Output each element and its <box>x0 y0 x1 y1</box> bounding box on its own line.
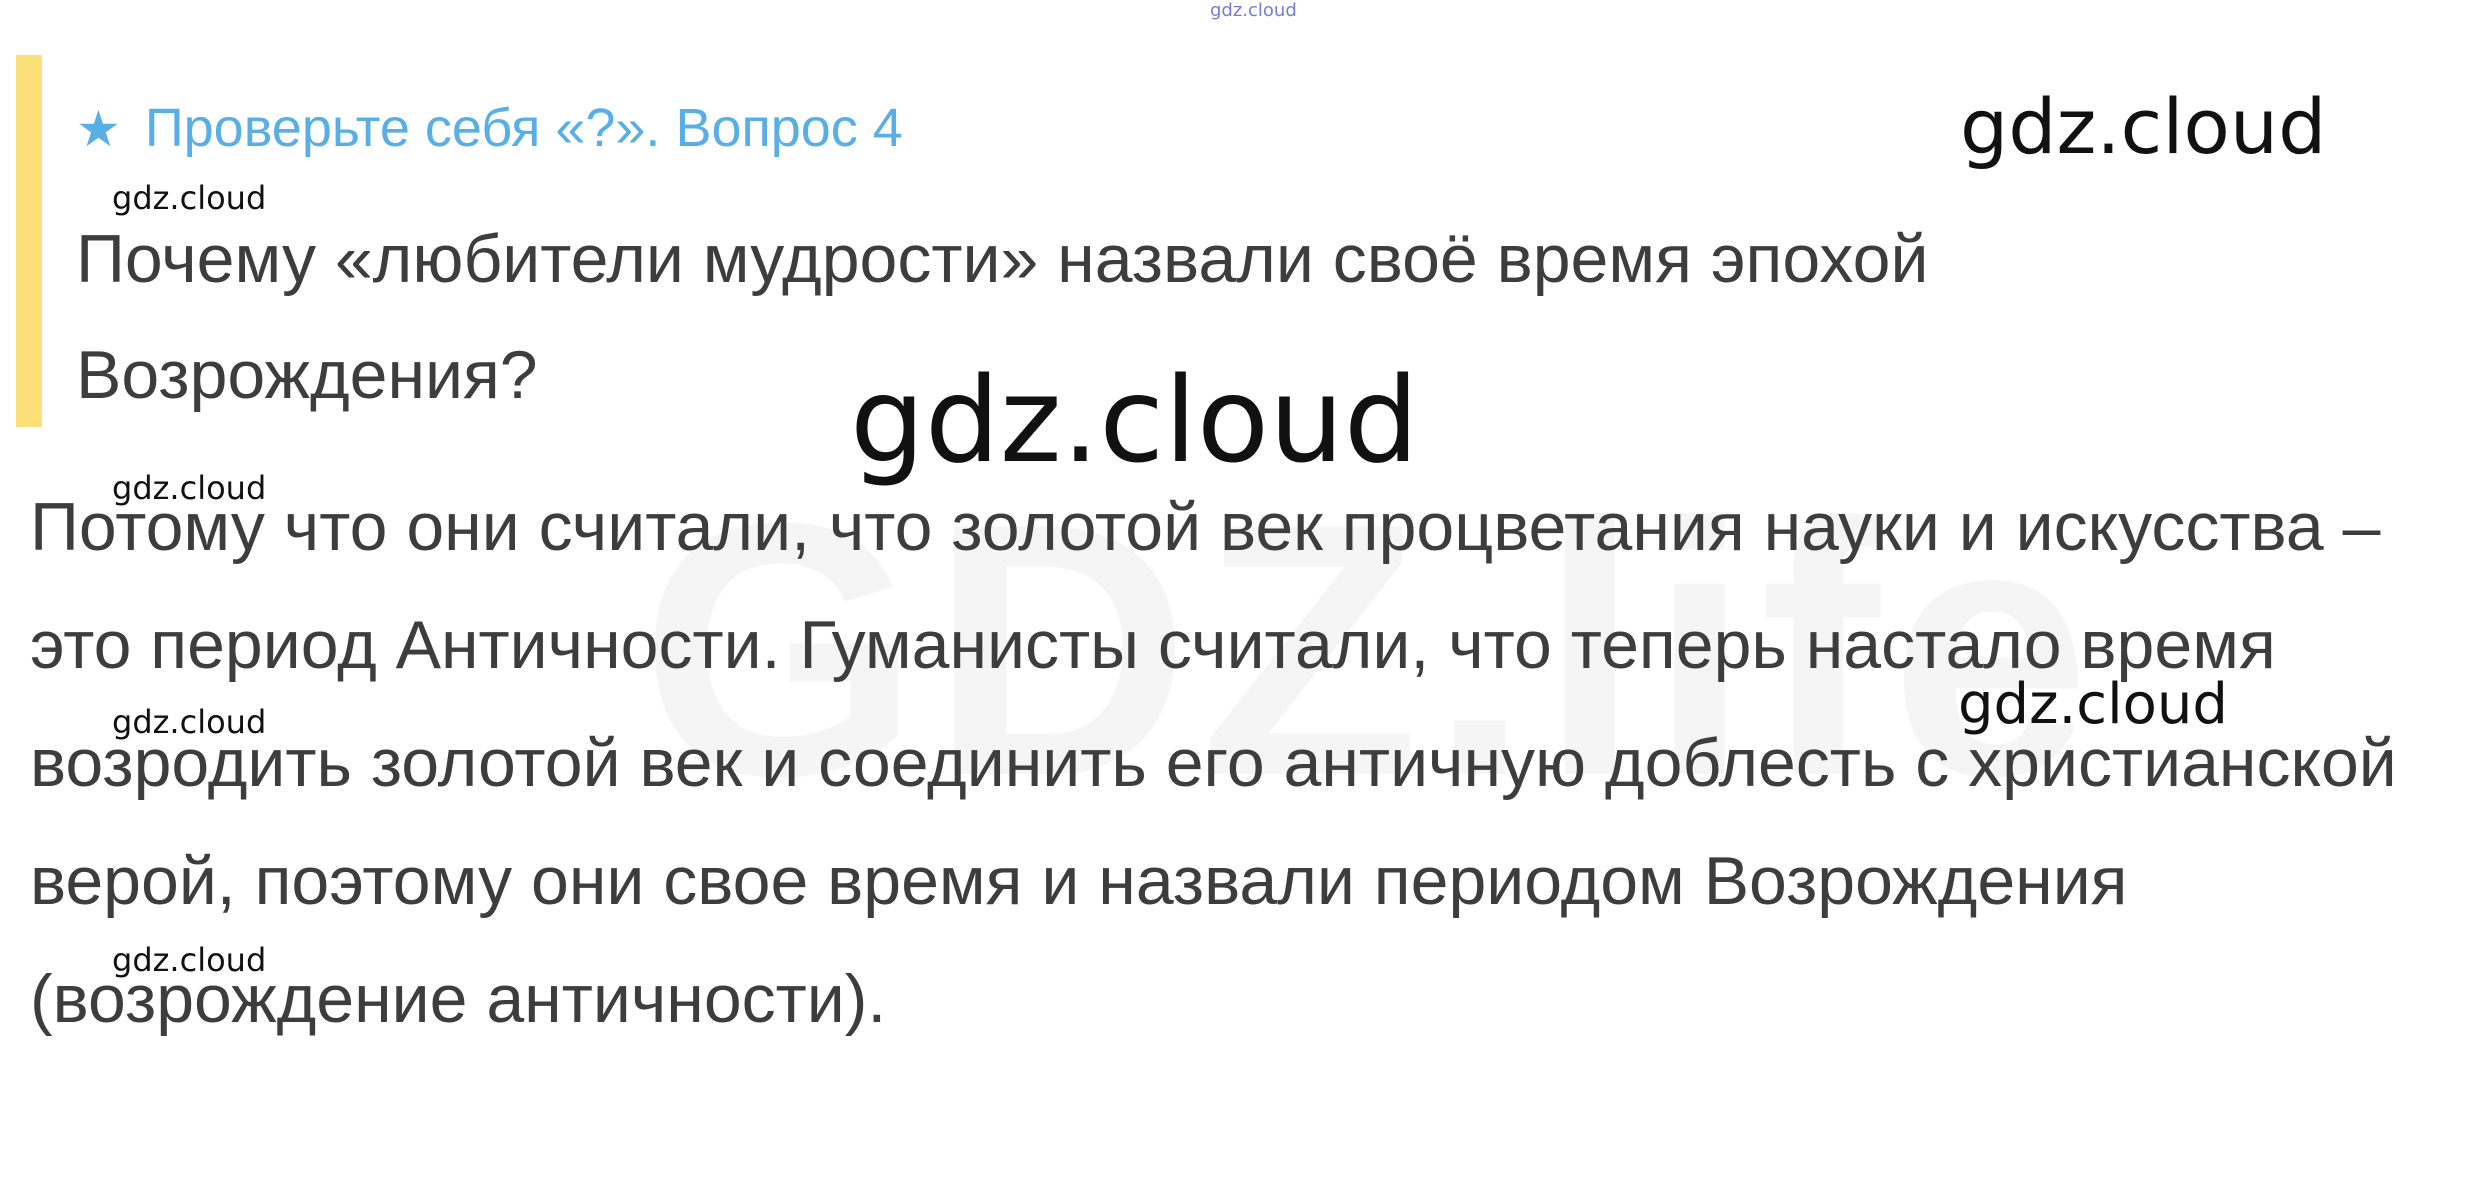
question-accent-bar <box>16 55 42 427</box>
star-icon: ★ <box>76 101 121 157</box>
watermark-medium-right: gdz.cloud <box>1958 672 2228 737</box>
answer-text: Потому что они считали, что золотой век … <box>30 489 2397 1037</box>
watermark-small: gdz.cloud <box>112 179 267 217</box>
page: GDZ.life ★ Проверьте себя «?». Вопрос 4 П… <box>0 0 2481 1188</box>
watermark-small: gdz.cloud <box>112 469 267 507</box>
watermark-huge: gdz.cloud <box>850 351 1419 489</box>
question-header-label: Проверьте себя «?». Вопрос 4 <box>144 98 903 158</box>
watermark-small: gdz.cloud <box>112 703 267 741</box>
question-header: ★ Проверьте себя «?». Вопрос 4 <box>76 93 903 164</box>
watermark-large-right: gdz.cloud <box>1960 82 2327 171</box>
watermark-top: gdz.cloud <box>1210 0 1297 21</box>
watermark-small: gdz.cloud <box>112 941 267 979</box>
